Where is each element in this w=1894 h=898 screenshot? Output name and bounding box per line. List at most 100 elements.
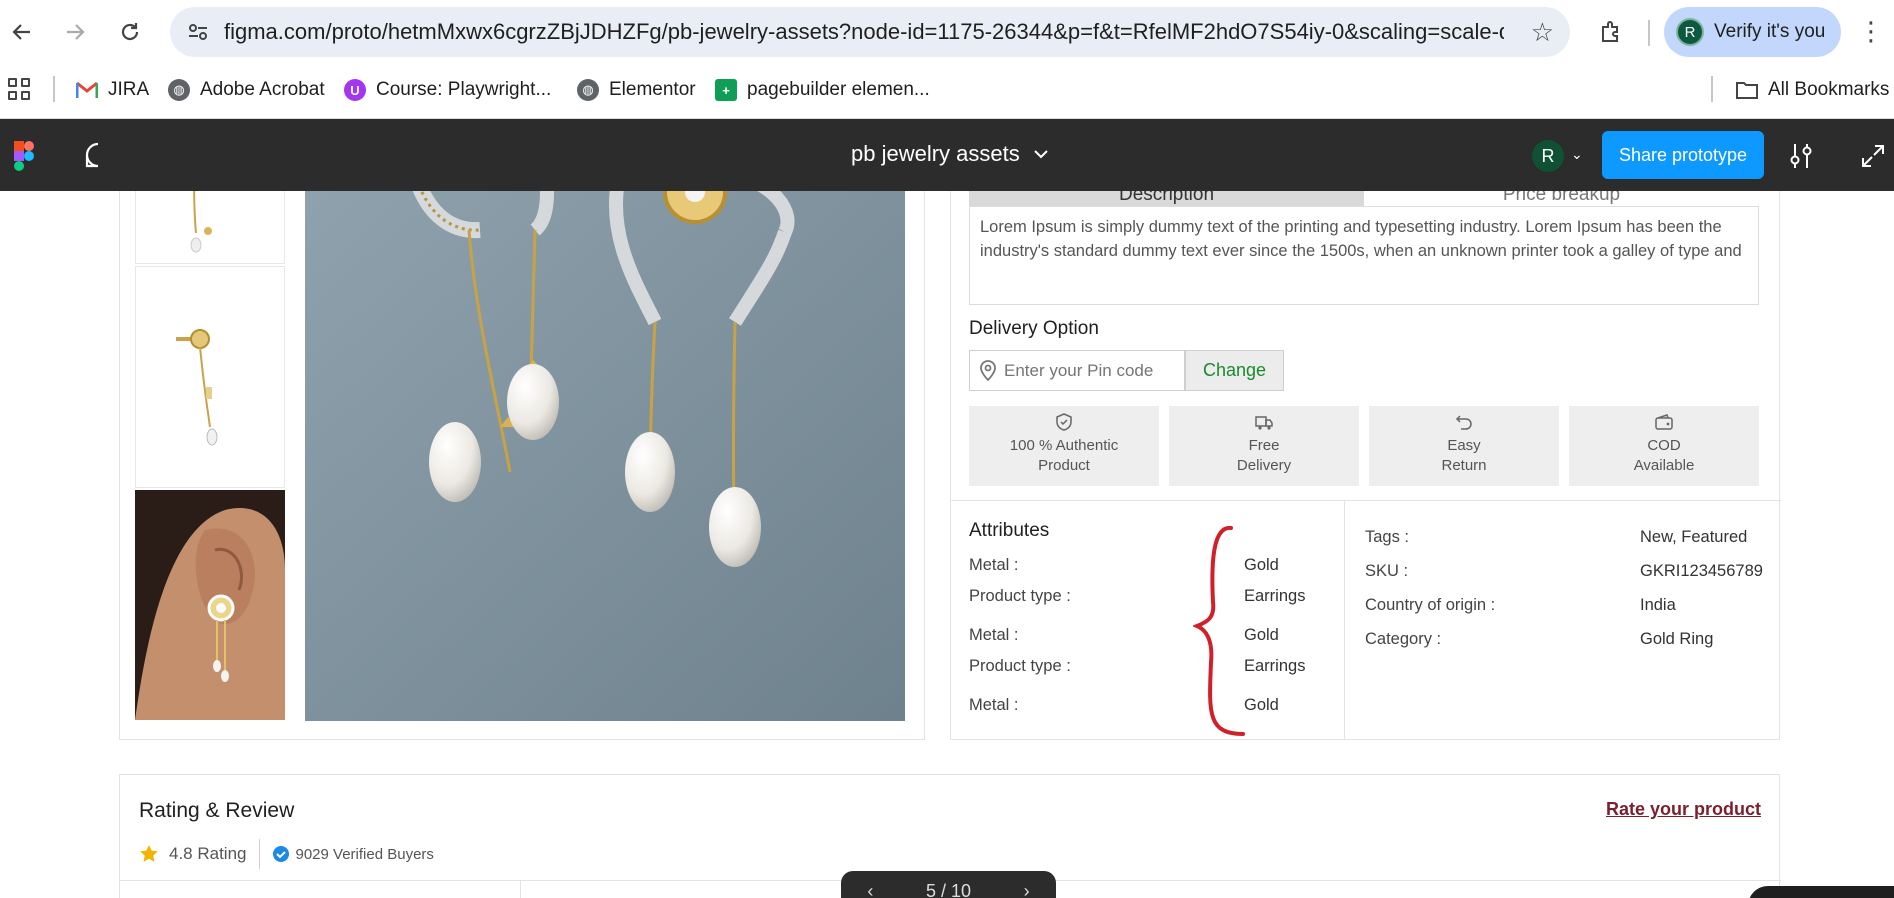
attribute-label: Product type : bbox=[969, 587, 1071, 605]
back-arrow-icon[interactable] bbox=[4, 14, 40, 50]
browser-menu-icon[interactable]: ⋮ bbox=[1858, 16, 1884, 47]
feature-easy-return: Easy Return bbox=[1369, 406, 1559, 486]
attribute-label: Metal : bbox=[969, 626, 1019, 644]
comment-icon[interactable] bbox=[84, 141, 112, 169]
apps-grid-icon[interactable] bbox=[8, 78, 30, 100]
column-divider bbox=[1344, 500, 1345, 740]
sheets-icon: + bbox=[715, 79, 737, 101]
rating-summary: 4.8 Rating 9029 Verified Buyers bbox=[139, 839, 434, 869]
meta-label: Tags : bbox=[1365, 528, 1410, 546]
rating-divider bbox=[258, 839, 260, 869]
bookmark-label: pagebuilder elemen... bbox=[747, 79, 930, 100]
feature-line1: Easy bbox=[1447, 437, 1481, 454]
rate-product-link[interactable]: Rate your product bbox=[1606, 799, 1761, 820]
gallery-thumbnail[interactable] bbox=[135, 191, 285, 264]
bookmark-label: Adobe Acrobat bbox=[200, 79, 325, 100]
folder-icon bbox=[1736, 79, 1758, 101]
bookmark-label: Course: Playwright... bbox=[376, 79, 552, 100]
attribute-label: Metal : bbox=[969, 696, 1019, 714]
red-bracket-annotation bbox=[1193, 526, 1245, 736]
meta-value: India bbox=[1640, 596, 1676, 614]
bookmark-course-playwright[interactable]: U Course: Playwright... bbox=[344, 76, 551, 104]
settings-sliders-icon[interactable] bbox=[1786, 141, 1816, 171]
wallet-icon bbox=[1655, 414, 1673, 430]
location-pin-icon bbox=[980, 359, 996, 381]
chevron-left-icon[interactable]: ‹ bbox=[867, 881, 873, 898]
meta-value: GKRI123456789 bbox=[1640, 562, 1763, 580]
bookmarks-divider bbox=[1711, 76, 1713, 102]
globe-icon: ◍ bbox=[168, 79, 190, 101]
verified-badge-icon bbox=[272, 846, 289, 862]
bookmark-adobe-acrobat[interactable]: ◍ Adobe Acrobat bbox=[168, 76, 325, 104]
feature-line1: 100 % Authentic bbox=[1009, 437, 1119, 454]
prototype-pager: ‹ 5 / 10 › bbox=[841, 871, 1056, 898]
bookmarks-bar: JIRA ◍ Adobe Acrobat U Course: Playwrigh… bbox=[0, 64, 1894, 119]
meta-value: Gold Ring bbox=[1640, 630, 1714, 648]
column-divider bbox=[520, 880, 521, 898]
feature-line2: Return bbox=[1441, 457, 1487, 474]
meta-label: SKU : bbox=[1365, 562, 1409, 580]
profile-avatar: R bbox=[1676, 18, 1704, 46]
site-settings-icon[interactable] bbox=[182, 16, 214, 48]
description-text: Lorem Ipsum is simply dummy text of the … bbox=[969, 206, 1759, 305]
bookmarks-divider bbox=[53, 76, 55, 102]
globe-icon: ◍ bbox=[577, 79, 599, 101]
product-main-image[interactable] bbox=[305, 191, 905, 721]
user-avatar[interactable]: R bbox=[1532, 140, 1564, 172]
chevron-down-icon bbox=[1034, 150, 1048, 159]
share-prototype-button[interactable]: Share prototype bbox=[1602, 131, 1764, 179]
rating-review-title: Rating & Review bbox=[139, 799, 295, 822]
attributes-title: Attributes bbox=[969, 520, 1050, 541]
pincode-field[interactable] bbox=[969, 350, 1185, 391]
all-bookmarks-label: All Bookmarks bbox=[1768, 79, 1890, 100]
shield-check-icon bbox=[1056, 413, 1072, 431]
section-divider bbox=[951, 500, 1781, 501]
bookmark-jira[interactable]: JIRA bbox=[76, 76, 149, 104]
feature-line2: Available bbox=[1633, 457, 1695, 474]
toolbar-divider bbox=[1648, 20, 1650, 46]
gmail-icon bbox=[76, 79, 98, 101]
pager-text: 5 / 10 bbox=[925, 880, 971, 898]
delivery-option-title: Delivery Option bbox=[969, 318, 1099, 339]
attribute-label: Product type : bbox=[969, 657, 1071, 675]
tab-price-breakup[interactable]: Price breakup bbox=[1364, 191, 1759, 206]
extensions-icon[interactable] bbox=[1593, 14, 1629, 50]
product-details: Description Price breakup Lorem Ipsum is… bbox=[950, 191, 1781, 740]
reload-icon[interactable] bbox=[112, 14, 148, 50]
attribute-label: Metal : bbox=[969, 556, 1019, 574]
pincode-input[interactable] bbox=[1004, 360, 1174, 381]
change-pincode-button[interactable]: Change bbox=[1185, 350, 1284, 391]
bookmark-label: JIRA bbox=[108, 79, 150, 100]
figma-logo-icon[interactable] bbox=[14, 141, 34, 171]
figma-toolbar: pb jewelry assets R ⌄ Share prototype bbox=[0, 119, 1894, 191]
chevron-right-icon[interactable]: › bbox=[1024, 881, 1030, 898]
file-title-menu[interactable]: pb jewelry assets bbox=[851, 141, 1048, 167]
address-bar[interactable]: figma.com/proto/hetmMxwx6cgrzZBjJDHZFg/p… bbox=[170, 7, 1570, 57]
expand-icon[interactable] bbox=[1860, 143, 1886, 169]
floating-panel-edge bbox=[1748, 886, 1894, 898]
gallery-thumbnail-model[interactable] bbox=[135, 490, 285, 720]
forward-arrow-icon[interactable] bbox=[57, 14, 93, 50]
bookmark-star-icon[interactable]: ☆ bbox=[1531, 17, 1554, 48]
url-text[interactable]: figma.com/proto/hetmMxwx6cgrzZBjJDHZFg/p… bbox=[224, 19, 1504, 45]
bookmark-label: Elementor bbox=[609, 79, 696, 100]
gallery-thumbnail[interactable] bbox=[135, 266, 285, 488]
verify-profile-button[interactable]: R Verify it's you bbox=[1664, 7, 1841, 57]
file-title: pb jewelry assets bbox=[851, 141, 1020, 166]
truck-icon bbox=[1255, 416, 1273, 430]
product-gallery bbox=[119, 191, 925, 740]
browser-toolbar: figma.com/proto/hetmMxwx6cgrzZBjJDHZFg/p… bbox=[0, 0, 1894, 64]
chevron-down-icon[interactable]: ⌄ bbox=[1571, 146, 1583, 163]
bookmark-pagebuilder[interactable]: + pagebuilder elemen... bbox=[715, 76, 930, 104]
bookmark-elementor[interactable]: ◍ Elementor bbox=[577, 76, 696, 104]
udemy-icon: U bbox=[344, 79, 366, 101]
all-bookmarks-button[interactable]: All Bookmarks bbox=[1736, 76, 1889, 104]
feature-line2: Product bbox=[1038, 457, 1090, 474]
feature-line1: COD bbox=[1647, 437, 1681, 454]
details-tabs: Description Price breakup bbox=[969, 191, 1759, 206]
feature-authentic: 100 % Authentic Product bbox=[969, 406, 1159, 486]
tab-description[interactable]: Description bbox=[969, 191, 1364, 206]
return-icon bbox=[1455, 415, 1472, 430]
feature-line1: Free bbox=[1248, 437, 1280, 454]
feature-cod: COD Available bbox=[1569, 406, 1759, 486]
